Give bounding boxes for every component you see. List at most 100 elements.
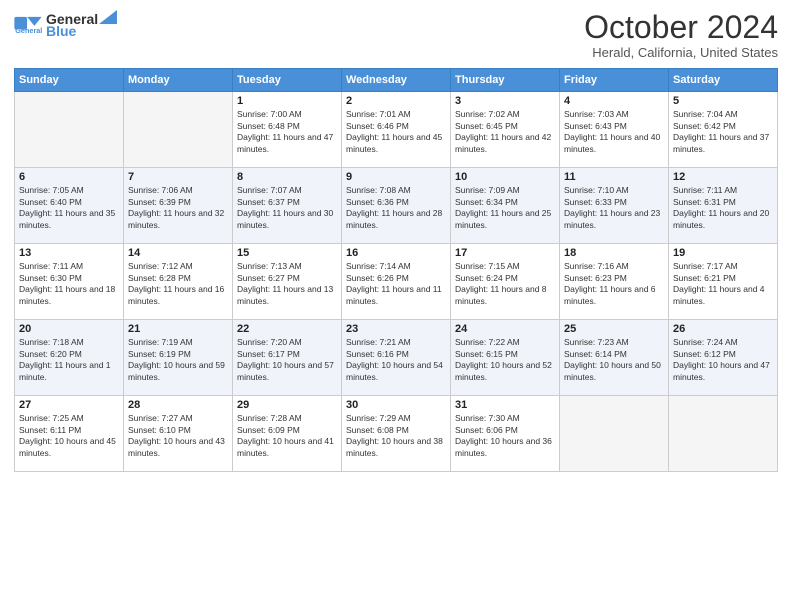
page: General General Blue October 2024 Herald… <box>0 0 792 612</box>
location-subtitle: Herald, California, United States <box>584 45 778 60</box>
calendar-cell: 26Sunrise: 7:24 AM Sunset: 6:12 PM Dayli… <box>669 320 778 396</box>
day-number: 3 <box>455 95 555 107</box>
calendar-cell: 29 Sunrise: 7:28 AM Sunset: 6:09 PM Dayli… <box>233 396 342 472</box>
logo: General General Blue <box>14 10 117 39</box>
calendar-header: Sunday Monday Tuesday Wednesday Thursday… <box>15 69 778 92</box>
calendar-cell: 4 Sunrise: 7:03 AM Sunset: 6:43 PM Daylig… <box>560 92 669 168</box>
calendar-cell: 31Sunrise: 7:30 AM Sunset: 6:06 PM Dayli… <box>451 396 560 472</box>
day-info: Sunrise: 7:00 AM Sunset: 6:48 PM Dayligh… <box>237 109 337 155</box>
day-info: Sunrise: 7:09 AM Sunset: 6:34 PM Dayligh… <box>455 185 555 231</box>
day-number: 5 <box>673 95 773 107</box>
calendar-cell: 6 Sunrise: 7:05 AM Sunset: 6:40 PM Daylig… <box>15 168 124 244</box>
svg-text:General: General <box>15 26 42 35</box>
day-number: 17 <box>455 247 555 259</box>
calendar-week-row: 27 Sunrise: 7:25 AM Sunset: 6:11 PM Dayli… <box>15 396 778 472</box>
day-number: 15 <box>237 247 337 259</box>
day-number: 11 <box>564 171 664 183</box>
day-info: Sunrise: 7:13 AM Sunset: 6:27 PM Dayligh… <box>237 261 337 307</box>
calendar-cell: 12 Sunrise: 7:11 AM Sunset: 6:31 PM Dayli… <box>669 168 778 244</box>
calendar-cell: 17 Sunrise: 7:15 AM Sunset: 6:24 PM Dayli… <box>451 244 560 320</box>
day-info: Sunrise: 7:12 AM Sunset: 6:28 PM Dayligh… <box>128 261 228 307</box>
header: General General Blue October 2024 Herald… <box>14 10 778 60</box>
day-number: 4 <box>564 95 664 107</box>
day-number: 30 <box>346 399 446 411</box>
calendar-cell: 9Sunrise: 7:08 AM Sunset: 6:36 PM Daylig… <box>342 168 451 244</box>
day-info: Sunrise: 7:10 AM Sunset: 6:33 PM Dayligh… <box>564 185 664 231</box>
day-info: Sunrise: 7:05 AM Sunset: 6:40 PM Dayligh… <box>19 185 119 231</box>
calendar-cell: 13 Sunrise: 7:11 AM Sunset: 6:30 PM Dayli… <box>15 244 124 320</box>
calendar-cell: 23 Sunrise: 7:21 AM Sunset: 6:16 PM Dayli… <box>342 320 451 396</box>
day-number: 12 <box>673 171 773 183</box>
day-number: 28 <box>128 399 228 411</box>
day-info: Sunrise: 7:07 AM Sunset: 6:37 PM Dayligh… <box>237 185 337 231</box>
calendar-cell <box>124 92 233 168</box>
day-number: 21 <box>128 323 228 335</box>
day-number: 14 <box>128 247 228 259</box>
calendar-cell: 3 Sunrise: 7:02 AM Sunset: 6:45 PM Daylig… <box>451 92 560 168</box>
day-number: 2 <box>346 95 446 107</box>
day-info: Sunrise: 7:15 AM Sunset: 6:24 PM Dayligh… <box>455 261 555 307</box>
day-info: Sunrise: 7:11 AM Sunset: 6:30 PM Dayligh… <box>19 261 119 307</box>
calendar-cell <box>560 396 669 472</box>
calendar-cell: 30 Sunrise: 7:29 AM Sunset: 6:08 PM Dayli… <box>342 396 451 472</box>
header-row: Sunday Monday Tuesday Wednesday Thursday… <box>15 69 778 92</box>
calendar-cell: 14 Sunrise: 7:12 AM Sunset: 6:28 PM Dayli… <box>124 244 233 320</box>
calendar-week-row: 1 Sunrise: 7:00 AM Sunset: 6:48 PM Daylig… <box>15 92 778 168</box>
day-info: Sunrise: 7:20 AM Sunset: 6:17 PM Dayligh… <box>237 337 337 383</box>
month-title: October 2024 <box>584 10 778 45</box>
day-info: Sunrise: 7:11 AM Sunset: 6:31 PM Dayligh… <box>673 185 773 231</box>
day-number: 23 <box>346 323 446 335</box>
day-info: Sunrise: 7:04 AM Sunset: 6:42 PM Dayligh… <box>673 109 773 155</box>
calendar-cell: 10 Sunrise: 7:09 AM Sunset: 6:34 PM Dayli… <box>451 168 560 244</box>
day-info: Sunrise: 7:01 AM Sunset: 6:46 PM Dayligh… <box>346 109 446 155</box>
day-number: 8 <box>237 171 337 183</box>
calendar-week-row: 13 Sunrise: 7:11 AM Sunset: 6:30 PM Dayli… <box>15 244 778 320</box>
calendar-cell: 20Sunrise: 7:18 AM Sunset: 6:20 PM Dayli… <box>15 320 124 396</box>
calendar-table: Sunday Monday Tuesday Wednesday Thursday… <box>14 68 778 472</box>
day-number: 27 <box>19 399 119 411</box>
calendar-cell: 16Sunrise: 7:14 AM Sunset: 6:26 PM Dayli… <box>342 244 451 320</box>
calendar-cell: 15 Sunrise: 7:13 AM Sunset: 6:27 PM Dayli… <box>233 244 342 320</box>
day-info: Sunrise: 7:19 AM Sunset: 6:19 PM Dayligh… <box>128 337 228 383</box>
day-number: 16 <box>346 247 446 259</box>
day-number: 19 <box>673 247 773 259</box>
day-info: Sunrise: 7:28 AM Sunset: 6:09 PM Dayligh… <box>237 413 337 459</box>
day-number: 1 <box>237 95 337 107</box>
calendar-cell: 7Sunrise: 7:06 AM Sunset: 6:39 PM Daylig… <box>124 168 233 244</box>
title-block: October 2024 Herald, California, United … <box>584 10 778 60</box>
day-number: 25 <box>564 323 664 335</box>
calendar-cell: 21 Sunrise: 7:19 AM Sunset: 6:19 PM Dayli… <box>124 320 233 396</box>
day-info: Sunrise: 7:21 AM Sunset: 6:16 PM Dayligh… <box>346 337 446 383</box>
day-info: Sunrise: 7:06 AM Sunset: 6:39 PM Dayligh… <box>128 185 228 231</box>
calendar-cell: 24Sunrise: 7:22 AM Sunset: 6:15 PM Dayli… <box>451 320 560 396</box>
calendar-cell: 18Sunrise: 7:16 AM Sunset: 6:23 PM Dayli… <box>560 244 669 320</box>
header-thursday: Thursday <box>451 69 560 92</box>
day-info: Sunrise: 7:02 AM Sunset: 6:45 PM Dayligh… <box>455 109 555 155</box>
day-info: Sunrise: 7:27 AM Sunset: 6:10 PM Dayligh… <box>128 413 228 459</box>
day-number: 22 <box>237 323 337 335</box>
day-number: 10 <box>455 171 555 183</box>
calendar-cell: 2 Sunrise: 7:01 AM Sunset: 6:46 PM Daylig… <box>342 92 451 168</box>
header-wednesday: Wednesday <box>342 69 451 92</box>
header-monday: Monday <box>124 69 233 92</box>
logo-icon: General <box>14 15 42 35</box>
header-tuesday: Tuesday <box>233 69 342 92</box>
day-info: Sunrise: 7:16 AM Sunset: 6:23 PM Dayligh… <box>564 261 664 307</box>
day-number: 29 <box>237 399 337 411</box>
day-number: 31 <box>455 399 555 411</box>
day-info: Sunrise: 7:25 AM Sunset: 6:11 PM Dayligh… <box>19 413 119 459</box>
day-number: 13 <box>19 247 119 259</box>
calendar-cell: 27 Sunrise: 7:25 AM Sunset: 6:11 PM Dayli… <box>15 396 124 472</box>
day-info: Sunrise: 7:18 AM Sunset: 6:20 PM Dayligh… <box>19 337 119 383</box>
calendar-cell: 1 Sunrise: 7:00 AM Sunset: 6:48 PM Daylig… <box>233 92 342 168</box>
header-saturday: Saturday <box>669 69 778 92</box>
day-info: Sunrise: 7:29 AM Sunset: 6:08 PM Dayligh… <box>346 413 446 459</box>
day-info: Sunrise: 7:03 AM Sunset: 6:43 PM Dayligh… <box>564 109 664 155</box>
calendar-cell: 5 Sunrise: 7:04 AM Sunset: 6:42 PM Daylig… <box>669 92 778 168</box>
calendar-body: 1 Sunrise: 7:00 AM Sunset: 6:48 PM Daylig… <box>15 92 778 472</box>
day-info: Sunrise: 7:08 AM Sunset: 6:36 PM Dayligh… <box>346 185 446 231</box>
day-number: 6 <box>19 171 119 183</box>
calendar-cell: 28 Sunrise: 7:27 AM Sunset: 6:10 PM Dayli… <box>124 396 233 472</box>
calendar-week-row: 20Sunrise: 7:18 AM Sunset: 6:20 PM Dayli… <box>15 320 778 396</box>
calendar-cell <box>15 92 124 168</box>
